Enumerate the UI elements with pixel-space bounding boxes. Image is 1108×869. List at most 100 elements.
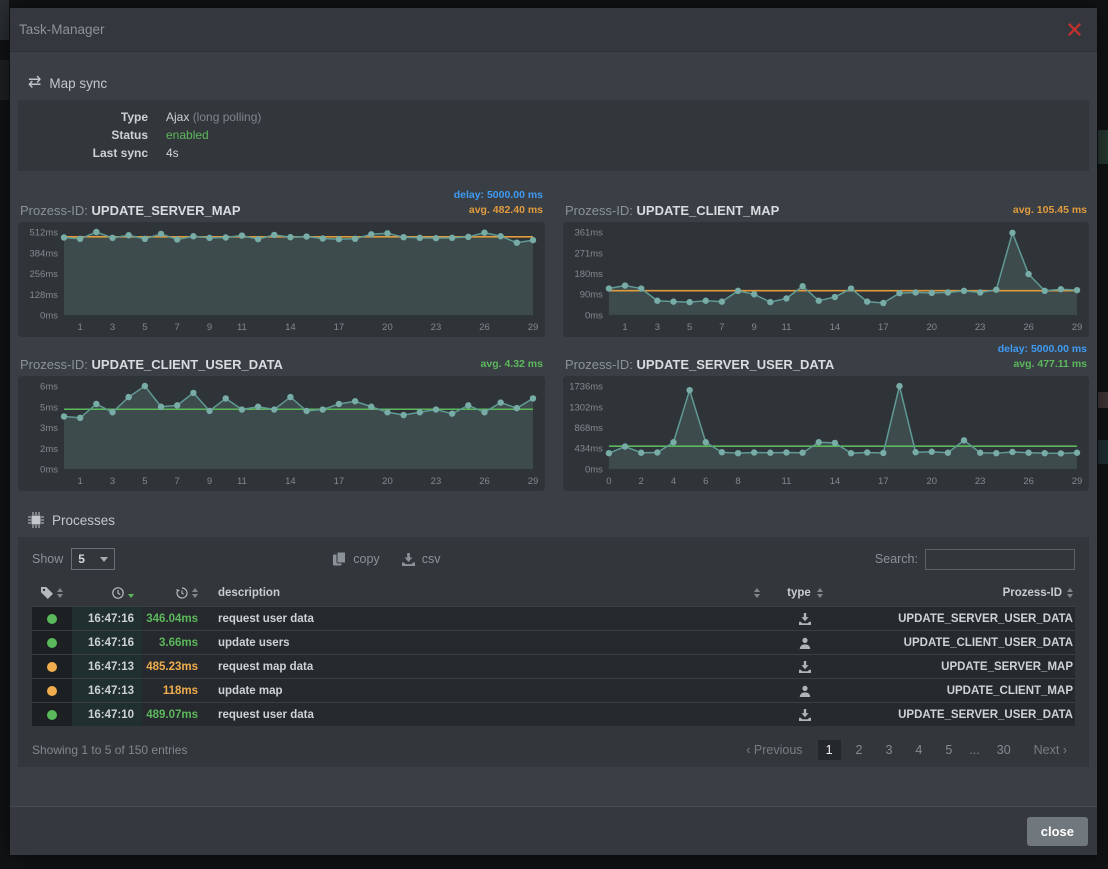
chart-title: Prozess-ID: UPDATE_CLIENT_MAP xyxy=(565,203,779,218)
column-header-duration[interactable] xyxy=(142,587,206,599)
modal-title: Task-Manager xyxy=(19,22,105,37)
table-row[interactable]: 16:47:16 3.66ms update users UPDATE_CLIE… xyxy=(32,630,1075,654)
svg-text:5: 5 xyxy=(687,322,692,333)
svg-text:26: 26 xyxy=(1023,476,1034,487)
svg-text:20: 20 xyxy=(926,476,937,487)
type-note: (long polling) xyxy=(193,110,262,124)
svg-text:11: 11 xyxy=(782,322,792,333)
chart-avg-value: avg. 4.32 ms xyxy=(481,357,543,372)
type-cell xyxy=(770,703,840,726)
pagination-page-5[interactable]: 5 xyxy=(937,740,960,760)
column-header-process-id[interactable]: Prozess-ID xyxy=(840,587,1075,599)
svg-text:11: 11 xyxy=(237,322,247,333)
svg-text:384ms: 384ms xyxy=(29,248,58,259)
table-row[interactable]: 16:47:10 489.07ms request user data UPDA… xyxy=(32,702,1075,726)
time-cell: 16:47:13 xyxy=(72,655,142,678)
svg-text:7: 7 xyxy=(719,322,724,333)
svg-text:29: 29 xyxy=(1072,476,1083,487)
page-size-select[interactable]: 5 xyxy=(71,548,115,570)
modal-header: Task-Manager xyxy=(10,8,1097,52)
status-value: enabled xyxy=(166,126,209,144)
chevron-down-icon xyxy=(100,557,108,562)
export-toolbar: copy csv xyxy=(333,552,440,566)
sort-icon xyxy=(57,588,63,598)
svg-text:11: 11 xyxy=(237,476,247,487)
svg-text:26: 26 xyxy=(479,322,490,333)
background-sliver xyxy=(1098,392,1108,408)
chart-header: Prozess-ID: UPDATE_SERVER_USER_DATA dela… xyxy=(563,337,1089,376)
column-header-type[interactable]: type xyxy=(770,587,840,599)
time-cell: 16:47:16 xyxy=(72,607,142,630)
modal-body: ⇄ Map sync Type Ajax (long polling) Stat… xyxy=(10,52,1097,806)
pagination-page-30[interactable]: 30 xyxy=(989,740,1019,760)
last-sync-label: Last sync xyxy=(18,144,148,162)
svg-text:29: 29 xyxy=(528,322,539,333)
pagination-next[interactable]: Next › xyxy=(1026,740,1075,760)
chart-plot-area: 0ms90ms180ms271ms361ms135791114172023262… xyxy=(563,222,1089,337)
background-sliver xyxy=(0,0,9,40)
type-cell xyxy=(770,679,840,702)
csv-button[interactable]: csv xyxy=(402,552,441,566)
table-row[interactable]: 16:47:16 346.04ms request user data UPDA… xyxy=(32,606,1075,630)
background-sliver xyxy=(1098,130,1108,164)
chart-plot-area: 0ms128ms256ms384ms512ms13579111417202326… xyxy=(18,222,545,337)
svg-text:434ms: 434ms xyxy=(575,444,604,455)
column-header-status[interactable] xyxy=(32,587,72,599)
tag-icon xyxy=(41,587,53,599)
column-header-description[interactable]: description xyxy=(206,587,770,599)
column-header-time[interactable] xyxy=(72,587,142,599)
copy-button[interactable]: copy xyxy=(333,552,379,566)
duration-cell: 346.04ms xyxy=(142,607,206,630)
process-id-cell: UPDATE_SERVER_MAP xyxy=(840,655,1075,678)
sort-icon xyxy=(817,588,823,598)
chart-avg-value: avg. 105.45 ms xyxy=(1013,203,1087,218)
type-cell xyxy=(770,631,840,654)
process-id-cell: UPDATE_SERVER_USER_DATA xyxy=(840,607,1075,630)
entries-info: Showing 1 to 5 of 150 entries xyxy=(32,743,187,757)
svg-text:29: 29 xyxy=(1072,322,1083,333)
svg-text:5ms: 5ms xyxy=(40,402,58,413)
last-sync-value: 4s xyxy=(166,144,179,162)
duration-cell: 118ms xyxy=(142,679,206,702)
chart-title-prefix: Prozess-ID: xyxy=(565,203,633,218)
processes-panel: Show 5 copy xyxy=(18,537,1089,767)
sort-icon xyxy=(1067,588,1073,598)
svg-text:7: 7 xyxy=(175,476,180,487)
pagination-ellipsis: ... xyxy=(967,740,981,760)
pagination-page-4[interactable]: 4 xyxy=(907,740,930,760)
pagination-page-2[interactable]: 2 xyxy=(848,740,871,760)
chart-stats: delay: 5000.00 ms avg. 482.40 ms xyxy=(454,188,543,218)
svg-text:1736ms: 1736ms xyxy=(569,382,603,393)
process-chart: Prozess-ID: UPDATE_CLIENT_USER_DATA avg.… xyxy=(18,337,545,491)
table-row[interactable]: 16:47:13 118ms update map UPDATE_CLIENT_… xyxy=(32,678,1075,702)
sort-icon xyxy=(754,588,760,598)
svg-text:23: 23 xyxy=(431,476,442,487)
svg-text:29: 29 xyxy=(528,476,539,487)
background-sliver xyxy=(1098,440,1108,464)
search-input[interactable] xyxy=(925,549,1075,570)
search-group: Search: xyxy=(875,549,1075,570)
map-sync-type-row: Type Ajax (long polling) xyxy=(18,108,1089,126)
background-sliver xyxy=(0,60,9,100)
close-button[interactable]: close xyxy=(1027,817,1088,846)
svg-text:256ms: 256ms xyxy=(29,269,58,280)
task-manager-modal: Task-Manager ⇄ Map sync Type Ajax (long … xyxy=(10,8,1097,855)
pagination-page-1[interactable]: 1 xyxy=(818,740,841,760)
map-sync-panel: Type Ajax (long polling) Status enabled … xyxy=(18,100,1089,171)
pagination-previous[interactable]: ‹ Previous xyxy=(738,740,810,760)
chart-process-name: UPDATE_CLIENT_MAP xyxy=(637,203,780,218)
pagination-page-3[interactable]: 3 xyxy=(877,740,900,760)
table-row[interactable]: 16:47:13 485.23ms request map data UPDAT… xyxy=(32,654,1075,678)
description-cell: update users xyxy=(206,631,770,654)
close-icon[interactable] xyxy=(1065,21,1083,39)
page-size-value: 5 xyxy=(78,552,85,566)
svg-text:1: 1 xyxy=(78,476,83,487)
chip-icon xyxy=(28,512,44,528)
sort-icon-active-desc xyxy=(128,588,134,598)
svg-text:23: 23 xyxy=(431,322,442,333)
svg-text:128ms: 128ms xyxy=(29,290,58,301)
chart-stats: delay: 5000.00 ms avg. 477.11 ms xyxy=(998,342,1087,372)
chart-title-prefix: Prozess-ID: xyxy=(20,203,88,218)
svg-text:2ms: 2ms xyxy=(40,444,58,455)
svg-text:4: 4 xyxy=(671,476,676,487)
